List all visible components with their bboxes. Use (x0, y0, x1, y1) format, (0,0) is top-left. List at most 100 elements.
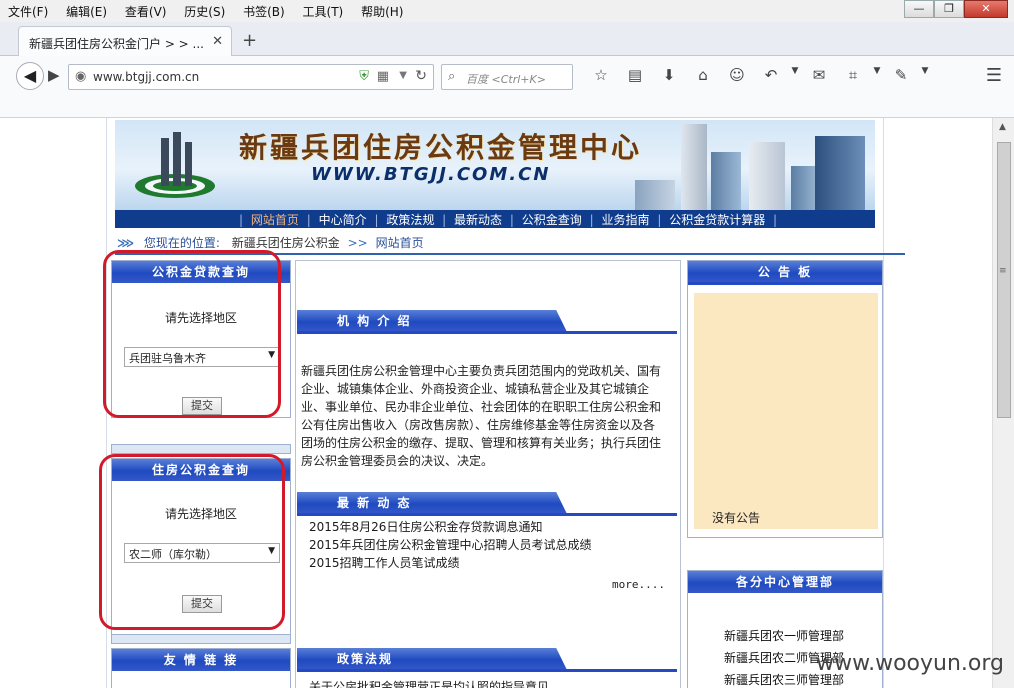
breadcrumb-label: 您现在的位置: (143, 236, 220, 250)
nav-separator: | (657, 213, 662, 227)
policy-item[interactable]: 关于公房批积金管理营正是均认照的指导意见 (309, 678, 549, 688)
page-viewport: 新疆兵团住房公积金管理中心 WWW.BTGJJ.COM.CN | 网站首页 | … (0, 118, 992, 688)
nav-business-guide[interactable]: 业务指南 (601, 213, 649, 227)
bookmark-star-icon[interactable]: ☆ (584, 66, 618, 84)
intro-title: 机 构 介 绍 (297, 310, 567, 332)
crop-dropdown-icon[interactable]: ▼ (870, 66, 884, 84)
news-item[interactable]: 2015招聘工作人员笔试成绩 (309, 554, 460, 571)
breadcrumb-site[interactable]: 新疆兵团住房公积金 (232, 236, 340, 250)
news-item[interactable]: 2015年8月26日住房公积金存贷款调息通知 (309, 518, 542, 535)
close-window-button[interactable]: ✕ (964, 0, 1008, 18)
menu-history[interactable]: 历史(S) (184, 0, 225, 20)
notice-title: 公 告 板 (688, 261, 882, 283)
dropdown-icon[interactable]: ▼ (399, 70, 407, 81)
smiley-icon[interactable]: ☺ (720, 66, 754, 84)
news-title: 最 新 动 态 (297, 492, 567, 514)
notice-board: 没有公告 (694, 293, 878, 529)
url-text: www.btgjj.com.cn (93, 70, 200, 84)
highlight-ring-fund (99, 454, 285, 630)
menu-bar: 文件(F) 编辑(E) 查看(V) 历史(S) 书签(B) 工具(T) 帮助(H… (0, 0, 1014, 22)
back-icon[interactable]: ◀ (16, 62, 44, 90)
intro-text: 新疆兵团住房公积金管理中心主要负责兵团范围内的党政机关、国有企业、城镇集体企业、… (301, 364, 662, 468)
nav-separator: | (509, 213, 514, 227)
search-input[interactable]: ⌕ 百度 <Ctrl+K> (441, 64, 573, 90)
new-tab-icon[interactable]: + (242, 30, 257, 51)
intro-title-underline (297, 331, 677, 334)
scroll-grip-icon: ≡ (999, 266, 1007, 276)
search-placeholder: 百度 <Ctrl+K> (466, 73, 546, 86)
news-panel: 最 新 动 态 2015年8月26日住房公积金存贷款调息通知 2015年兵团住房… (297, 492, 677, 642)
nav-loan-calculator[interactable]: 公积金贷款计算器 (669, 213, 765, 227)
nav-separator: | (442, 213, 447, 227)
globe-icon: ◉ (75, 69, 87, 84)
menu-help[interactable]: 帮助(H) (361, 0, 403, 20)
banner-title: 新疆兵团住房公积金管理中心 (239, 131, 643, 164)
branches-title: 各分中心管理部 (688, 571, 882, 593)
tab-close-icon[interactable]: ✕ (212, 34, 223, 49)
menu-tools[interactable]: 工具(T) (303, 0, 344, 20)
breadcrumb-current: 网站首页 (375, 236, 424, 250)
site-banner: 新疆兵团住房公积金管理中心 WWW.BTGJJ.COM.CN (115, 120, 875, 210)
maximize-button[interactable]: ❐ (934, 0, 964, 18)
address-bar[interactable]: ◉ www.btgjj.com.cn ⛨ ▦ ▼ ↻ (68, 64, 434, 90)
building-graphic (815, 136, 865, 210)
building-graphic (749, 142, 785, 210)
left-spacer-bar (111, 444, 291, 454)
bookmarks-bar (0, 96, 1014, 118)
navigation-toolbar: ◀ ▶ ◉ www.btgjj.com.cn ⛨ ▦ ▼ ↻ ⌕ 百度 <Ctr… (0, 56, 1014, 96)
home-icon[interactable]: ⌂ (686, 66, 720, 84)
menu-file[interactable]: 文件(F) (8, 0, 48, 20)
chat-icon[interactable]: ✉ (802, 66, 836, 84)
breadcrumb-arrows-icon: ⋙ (117, 236, 135, 250)
nav-separator: | (306, 213, 311, 227)
highlight-ring-loan (103, 250, 281, 418)
reload-icon[interactable]: ↻ (415, 68, 427, 84)
crop-icon[interactable]: ⌗ (836, 66, 870, 84)
menu-view[interactable]: 查看(V) (125, 0, 167, 20)
left-spacer-bar (111, 634, 291, 644)
building-graphic (711, 152, 741, 210)
tab-title: 新疆兵团住房公积金门户 > > ... (29, 37, 204, 51)
nav-news[interactable]: 最新动态 (454, 213, 502, 227)
nav-separator: | (589, 213, 594, 227)
vertical-scrollbar[interactable]: ▲ ≡ (992, 118, 1014, 688)
banner-url: WWW.BTGJJ.COM.CN (311, 164, 551, 185)
undo-icon[interactable]: ↶ (754, 66, 788, 84)
branch-link[interactable]: 新疆兵团农一师管理部 (724, 627, 844, 644)
tab-strip: 新疆兵团住房公积金门户 > > ... ✕ + (0, 22, 1014, 56)
intro-panel: 机 构 介 绍 新疆兵团住房公积金管理中心主要负责兵团范围内的党政机关、国有企业… (297, 310, 677, 490)
site-logo (135, 132, 215, 198)
nav-separator: | (773, 213, 778, 227)
links-title: 友 情 链 接 (112, 649, 290, 671)
reader-icon[interactable]: ▤ (618, 66, 652, 84)
policy-title-underline (297, 669, 677, 672)
qr-code-icon[interactable]: ▦ (377, 69, 389, 84)
web-page: 新疆兵团住房公积金管理中心 WWW.BTGJJ.COM.CN | 网站首页 | … (99, 118, 905, 688)
news-item[interactable]: 2015年兵团住房公积金管理中心招聘人员考试总成绩 (309, 536, 592, 553)
minimize-button[interactable]: — (904, 0, 934, 18)
menu-bookmarks[interactable]: 书签(B) (243, 0, 285, 20)
search-icon: ⌕ (448, 69, 456, 84)
notice-empty-text: 没有公告 (712, 511, 761, 525)
news-title-underline (297, 513, 677, 516)
nav-about[interactable]: 中心简介 (319, 213, 367, 227)
news-more-link[interactable]: more.... (612, 578, 665, 591)
links-panel: 友 情 链 接 (111, 648, 291, 688)
nav-policy[interactable]: 政策法规 (386, 213, 434, 227)
extension-icon[interactable]: ✎ (884, 66, 918, 84)
forward-icon[interactable]: ▶ (48, 66, 60, 84)
shield-icon[interactable]: ⛨ (359, 69, 369, 84)
tab-current[interactable]: 新疆兵团住房公积金门户 > > ... ✕ (18, 26, 232, 56)
download-icon[interactable]: ⬇ (652, 66, 686, 84)
building-graphic (681, 124, 707, 210)
extension-dropdown-icon[interactable]: ▼ (918, 66, 932, 84)
scroll-up-icon[interactable]: ▲ (999, 122, 1006, 132)
nav-home[interactable]: 网站首页 (251, 213, 299, 227)
nav-fund-query[interactable]: 公积金查询 (522, 213, 582, 227)
menu-edit[interactable]: 编辑(E) (66, 0, 107, 20)
undo-dropdown-icon[interactable]: ▼ (788, 66, 802, 84)
hamburger-menu-icon[interactable]: ☰ (986, 65, 1002, 86)
breadcrumb-separator: >> (347, 236, 368, 250)
notice-panel: 公 告 板 没有公告 (687, 260, 883, 538)
scroll-thumb[interactable] (997, 142, 1011, 418)
